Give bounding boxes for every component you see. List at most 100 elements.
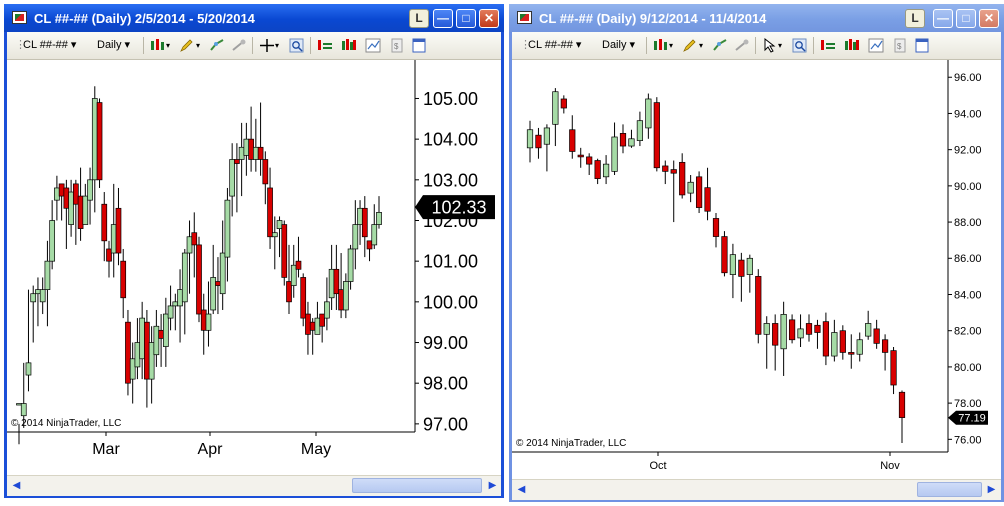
- up-candle[interactable]: [314, 317, 321, 335]
- crosshair-icon[interactable]: [259, 38, 275, 53]
- down-candle[interactable]: [262, 159, 269, 185]
- down-candle[interactable]: [873, 328, 880, 344]
- down-candle[interactable]: [106, 248, 112, 262]
- up-candle[interactable]: [205, 313, 212, 331]
- down-candle[interactable]: [319, 313, 326, 327]
- down-candle[interactable]: [115, 207, 122, 254]
- down-candle[interactable]: [653, 102, 660, 169]
- up-candle[interactable]: [110, 224, 117, 254]
- up-candle[interactable]: [210, 277, 217, 311]
- up-candle[interactable]: [543, 127, 551, 145]
- down-candle[interactable]: [695, 176, 703, 208]
- pointer-dropdown-icon[interactable]: ▾: [778, 37, 782, 54]
- print-icon[interactable]: $: [389, 38, 405, 53]
- up-candle[interactable]: [526, 129, 534, 149]
- interval-selector[interactable]: Daily ▾: [97, 37, 130, 54]
- up-candle[interactable]: [276, 220, 283, 229]
- up-candle[interactable]: [636, 120, 644, 141]
- price-chart-2[interactable]: 96.00 94.00 92.00 90.00 88.00 86.00 84.00 82.00…: [512, 60, 1001, 483]
- scroll-right-icon[interactable]: ▶: [485, 478, 500, 493]
- up-candle[interactable]: [44, 260, 51, 290]
- up-candle[interactable]: [219, 252, 226, 295]
- scroll-left-icon[interactable]: ◀: [9, 478, 24, 493]
- drawing-dropdown-icon[interactable]: ▾: [196, 37, 200, 54]
- up-candle[interactable]: [780, 314, 787, 350]
- up-candle[interactable]: [628, 138, 635, 147]
- down-candle[interactable]: [772, 323, 779, 346]
- data-series-icon[interactable]: [844, 38, 860, 53]
- down-candle[interactable]: [366, 240, 373, 250]
- down-candle[interactable]: [670, 169, 677, 174]
- up-candle[interactable]: [87, 179, 93, 201]
- up-candle[interactable]: [352, 224, 359, 250]
- up-candle[interactable]: [139, 317, 146, 360]
- down-candle[interactable]: [738, 259, 745, 277]
- up-candle[interactable]: [82, 195, 89, 225]
- scroll-left-icon[interactable]: ◀: [514, 482, 529, 497]
- strategy-icon[interactable]: [734, 38, 750, 53]
- up-candle[interactable]: [49, 220, 56, 262]
- up-candle[interactable]: [746, 257, 753, 275]
- scroll-right-icon[interactable]: ▶: [984, 482, 999, 497]
- down-candle[interactable]: [586, 156, 593, 165]
- up-candle[interactable]: [224, 199, 231, 258]
- pointer-icon[interactable]: [762, 37, 778, 53]
- layout-button[interactable]: L: [409, 9, 429, 28]
- up-candle[interactable]: [856, 339, 863, 355]
- up-candle[interactable]: [148, 342, 155, 380]
- down-candle[interactable]: [234, 159, 240, 164]
- down-candle[interactable]: [577, 154, 584, 158]
- down-candle[interactable]: [72, 183, 79, 205]
- up-candle[interactable]: [167, 305, 174, 319]
- properties-icon[interactable]: [317, 38, 333, 53]
- down-candle[interactable]: [63, 187, 70, 209]
- down-candle[interactable]: [898, 391, 906, 418]
- up-candle[interactable]: [20, 403, 27, 417]
- up-candle[interactable]: [797, 328, 804, 339]
- up-candle[interactable]: [172, 301, 179, 307]
- down-candle[interactable]: [619, 133, 627, 147]
- up-candle[interactable]: [129, 358, 136, 380]
- down-candle[interactable]: [881, 339, 889, 353]
- down-candle[interactable]: [300, 277, 307, 319]
- up-candle[interactable]: [134, 342, 141, 368]
- up-candle[interactable]: [763, 323, 770, 335]
- up-candle[interactable]: [831, 332, 838, 357]
- data-series-icon[interactable]: [341, 38, 357, 53]
- up-candle[interactable]: [290, 264, 297, 286]
- down-candle[interactable]: [58, 183, 65, 197]
- up-candle[interactable]: [243, 138, 250, 156]
- down-candle[interactable]: [309, 321, 316, 331]
- interval-selector[interactable]: Daily ▾: [602, 37, 635, 54]
- down-candle[interactable]: [560, 98, 567, 109]
- print-icon[interactable]: $: [892, 38, 908, 53]
- bar-style-dropdown-icon[interactable]: ▾: [669, 37, 673, 54]
- close-button[interactable]: ✕: [979, 9, 999, 28]
- title-bar[interactable]: CL ##-## (Daily) 9/12/2014 - 11/4/2014 L…: [509, 4, 1004, 32]
- maximize-button[interactable]: □: [956, 9, 976, 28]
- up-candle[interactable]: [371, 224, 378, 246]
- instrument-selector[interactable]: CL ##-## ▾: [23, 37, 76, 54]
- down-candle[interactable]: [890, 350, 897, 386]
- chart-window-1[interactable]: CL ##-## (Daily) 2/5/2014 - 5/20/2014 L …: [4, 4, 504, 498]
- down-candle[interactable]: [721, 236, 728, 274]
- scroll-thumb[interactable]: [917, 482, 982, 497]
- chart-template-icon[interactable]: [365, 38, 381, 53]
- up-candle[interactable]: [645, 98, 652, 129]
- down-candle[interactable]: [120, 260, 127, 299]
- down-candle[interactable]: [257, 146, 264, 160]
- up-candle[interactable]: [357, 207, 363, 225]
- down-candle[interactable]: [125, 321, 131, 384]
- up-candle[interactable]: [35, 289, 41, 295]
- down-candle[interactable]: [281, 224, 288, 278]
- down-candle[interactable]: [712, 218, 720, 237]
- bar-style-dropdown-icon[interactable]: ▾: [166, 37, 170, 54]
- up-candle[interactable]: [611, 136, 618, 172]
- up-candle[interactable]: [687, 181, 694, 194]
- up-candle[interactable]: [342, 281, 349, 311]
- down-candle[interactable]: [333, 268, 340, 295]
- properties-icon[interactable]: [820, 38, 836, 53]
- down-candle[interactable]: [569, 129, 576, 152]
- minimize-button[interactable]: —: [433, 9, 453, 28]
- up-candle[interactable]: [177, 289, 183, 307]
